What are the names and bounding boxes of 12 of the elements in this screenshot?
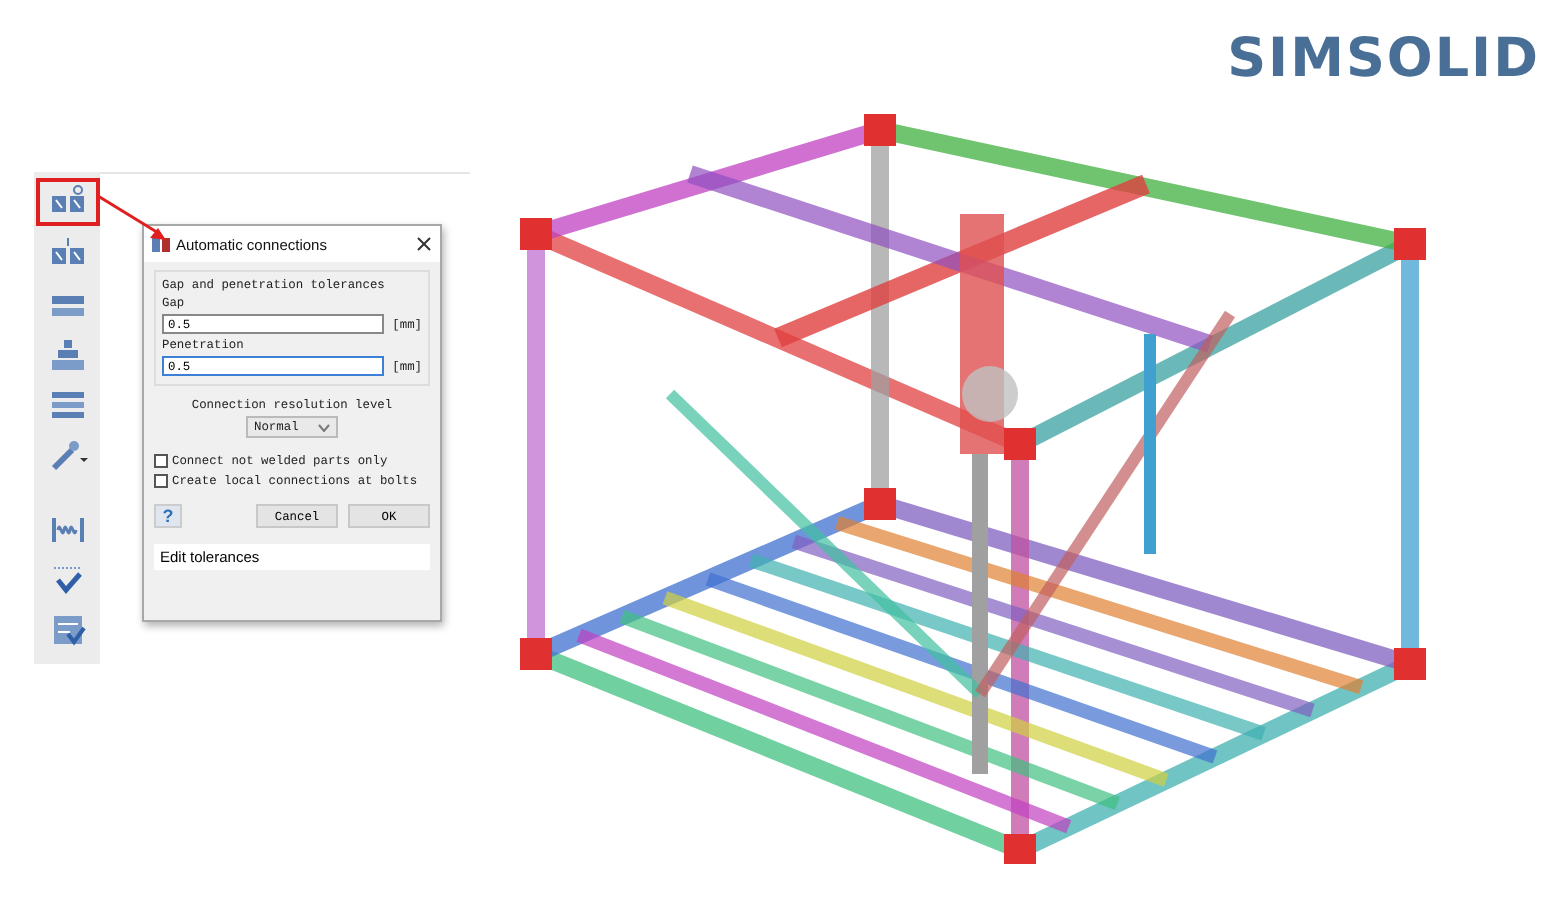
- brand-logo: SIMSOLID: [1227, 28, 1540, 90]
- help-button[interactable]: ?: [154, 504, 182, 528]
- chevron-icon: [318, 423, 330, 431]
- close-icon[interactable]: [416, 236, 432, 252]
- stack-icon: [47, 336, 87, 372]
- connection-tool-button[interactable]: [35, 178, 99, 226]
- app-icon: [152, 235, 170, 253]
- checkbox[interactable]: [154, 474, 168, 488]
- pointer-arrow: [97, 194, 166, 240]
- wand-icon: [47, 436, 87, 472]
- layers-icon: [47, 386, 87, 422]
- checkbox[interactable]: [154, 454, 168, 468]
